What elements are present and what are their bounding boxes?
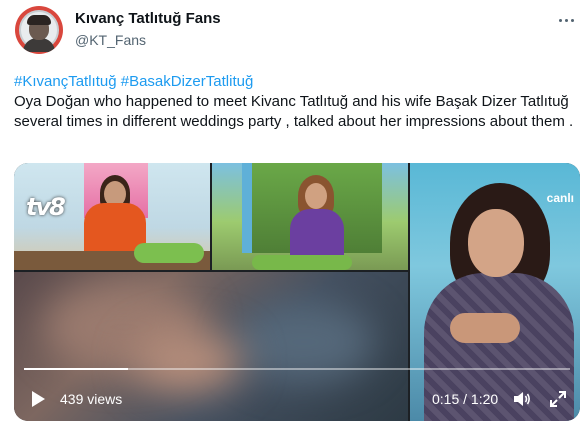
video-panel-guest: canlı bbox=[410, 163, 580, 421]
author-handle[interactable]: @KT_Fans bbox=[75, 32, 146, 48]
blur-shape bbox=[234, 302, 374, 382]
video-panel-studio-left: tv8 bbox=[14, 163, 210, 270]
hashtag-line: #KıvançTatlıtuğ #BasakDizerTatlituğ bbox=[14, 72, 584, 92]
host-head bbox=[305, 183, 327, 209]
hashtag-basak[interactable]: #BasakDizerTatlituğ bbox=[121, 73, 254, 90]
tweet-text: #KıvançTatlıtuğ #BasakDizerTatlituğ Oya … bbox=[14, 72, 584, 132]
tweet: Kıvanç Tatlıtuğ Fans @KT_Fans #KıvançTat… bbox=[0, 0, 588, 433]
author-name[interactable]: Kıvanç Tatlıtuğ Fans bbox=[75, 10, 221, 27]
blur-shape bbox=[134, 332, 244, 392]
progress-bar[interactable] bbox=[24, 368, 570, 370]
brand-tag: canlı bbox=[546, 191, 574, 205]
play-icon[interactable] bbox=[28, 389, 48, 409]
volume-icon[interactable] bbox=[512, 389, 532, 409]
channel-logo: tv8 bbox=[26, 193, 66, 221]
video-panel-studio-right bbox=[212, 163, 408, 270]
more-icon[interactable] bbox=[554, 8, 578, 32]
progress-fill bbox=[24, 368, 128, 370]
flower-arrangement bbox=[134, 243, 204, 263]
avatar-hair bbox=[27, 15, 51, 25]
guest-face bbox=[468, 209, 524, 277]
playback-time: 0:15 / 1:20 bbox=[432, 391, 499, 407]
avatar[interactable] bbox=[15, 6, 63, 54]
hashtag-kivanc[interactable]: #KıvançTatlıtuğ bbox=[14, 73, 117, 90]
view-count: 439 views bbox=[60, 391, 123, 407]
tweet-body: Oya Doğan who happened to meet Kivanc Ta… bbox=[14, 93, 574, 130]
video-player[interactable]: tv8 canlı 439 views 0:15 / 1:20 bbox=[14, 163, 580, 421]
flower-arrangement bbox=[252, 255, 352, 270]
fullscreen-icon[interactable] bbox=[548, 389, 568, 409]
guest-hands bbox=[450, 313, 520, 343]
